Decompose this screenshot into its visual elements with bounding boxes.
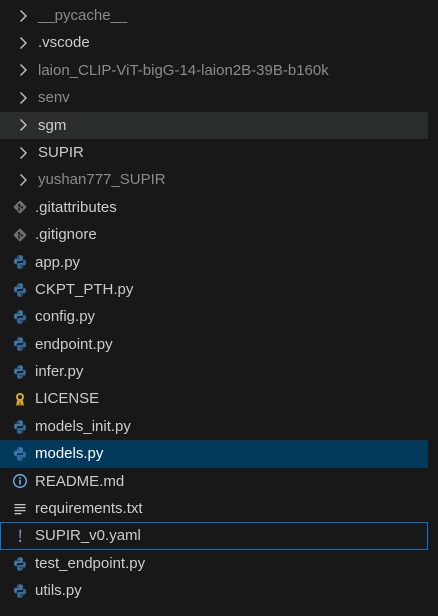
vertical-scrollbar[interactable] [430,0,438,616]
file-label: app.py [35,253,81,271]
folder-label: sgm [38,116,67,134]
folder-item-supir[interactable]: SUPIR [0,139,428,166]
file-label: models.py [35,445,104,463]
file-item-license[interactable]: LICENSE [0,385,428,412]
info-icon [12,473,28,489]
folder-label: laion_CLIP-ViT-bigG-14-laion2B-39B-b160k [38,61,329,79]
chevron-right-icon [15,90,31,106]
file-label: requirements.txt [35,500,143,518]
folder-item-laion-clip-vit-bigg-14-laion2b-39b-b160k[interactable]: laion_CLIP-ViT-bigG-14-laion2B-39B-b160k [0,57,428,84]
license-icon [12,391,28,407]
file-item-test-endpoint-py[interactable]: test_endpoint.py [0,550,428,577]
folder-item-pycache[interactable]: __pycache__ [0,2,428,29]
folder-item-yushan777-supir[interactable]: yushan777_SUPIR [0,166,428,193]
python-icon [12,254,28,270]
file-item-ckpt-pth-py[interactable]: CKPT_PTH.py [0,276,428,303]
python-icon [12,364,28,380]
file-item-gitattributes[interactable]: .gitattributes [0,194,428,221]
git-icon [12,227,28,243]
file-label: CKPT_PTH.py [35,280,134,298]
chevron-right-icon [15,35,31,51]
python-icon [12,309,28,325]
file-label: .gitattributes [35,198,117,216]
file-item-supir-v0-yaml[interactable]: SUPIR_v0.yaml [0,522,428,550]
folder-label: __pycache__ [38,7,128,24]
folder-label: SUPIR [38,143,84,161]
chevron-right-icon [15,62,31,78]
file-item-readme-md[interactable]: README.md [0,468,428,495]
git-icon [12,199,28,215]
file-label: infer.py [35,363,84,381]
chevron-right-icon [15,117,31,133]
file-label: utils.py [35,582,82,600]
folder-label: yushan777_SUPIR [38,171,166,189]
folder-label: senv [38,89,70,107]
file-item-gitignore[interactable]: .gitignore [0,221,428,248]
chevron-right-icon [15,172,31,188]
file-item-models-py[interactable]: models.py [0,440,428,468]
file-label: test_endpoint.py [35,554,146,572]
python-icon [12,446,28,462]
file-label: SUPIR_v0.yaml [35,527,141,545]
file-item-infer-py[interactable]: infer.py [0,358,428,385]
text-lines-icon [12,501,28,517]
file-label: config.py [35,308,96,326]
exclamation-icon [12,528,28,544]
python-icon [12,419,28,435]
file-item-endpoint-py[interactable]: endpoint.py [0,331,428,358]
folder-item-sgm[interactable]: sgm [0,111,428,139]
file-tree: __pycache__ .vscode laion_CLIP-ViT-bigG-14… [0,2,428,605]
file-explorer: __pycache__ .vscode laion_CLIP-ViT-bigG-14… [0,0,438,616]
file-item-config-py[interactable]: config.py [0,303,428,330]
file-item-utils-py[interactable]: utils.py [0,577,428,604]
python-icon [12,336,28,352]
file-item-models-init-py[interactable]: models_init.py [0,413,428,440]
chevron-right-icon [15,8,31,24]
python-icon [12,583,28,599]
file-label: models_init.py [35,417,131,435]
file-label: README.md [35,472,125,490]
folder-item-senv[interactable]: senv [0,84,428,111]
python-icon [12,556,28,572]
file-item-requirements-txt[interactable]: requirements.txt [0,495,428,522]
file-label: LICENSE [35,390,100,408]
folder-item-vscode[interactable]: .vscode [0,29,428,56]
chevron-right-icon [15,145,31,161]
file-item-app-py[interactable]: app.py [0,249,428,276]
python-icon [12,282,28,298]
file-label: .gitignore [35,226,97,244]
folder-label: .vscode [38,34,90,52]
file-label: endpoint.py [35,335,113,353]
